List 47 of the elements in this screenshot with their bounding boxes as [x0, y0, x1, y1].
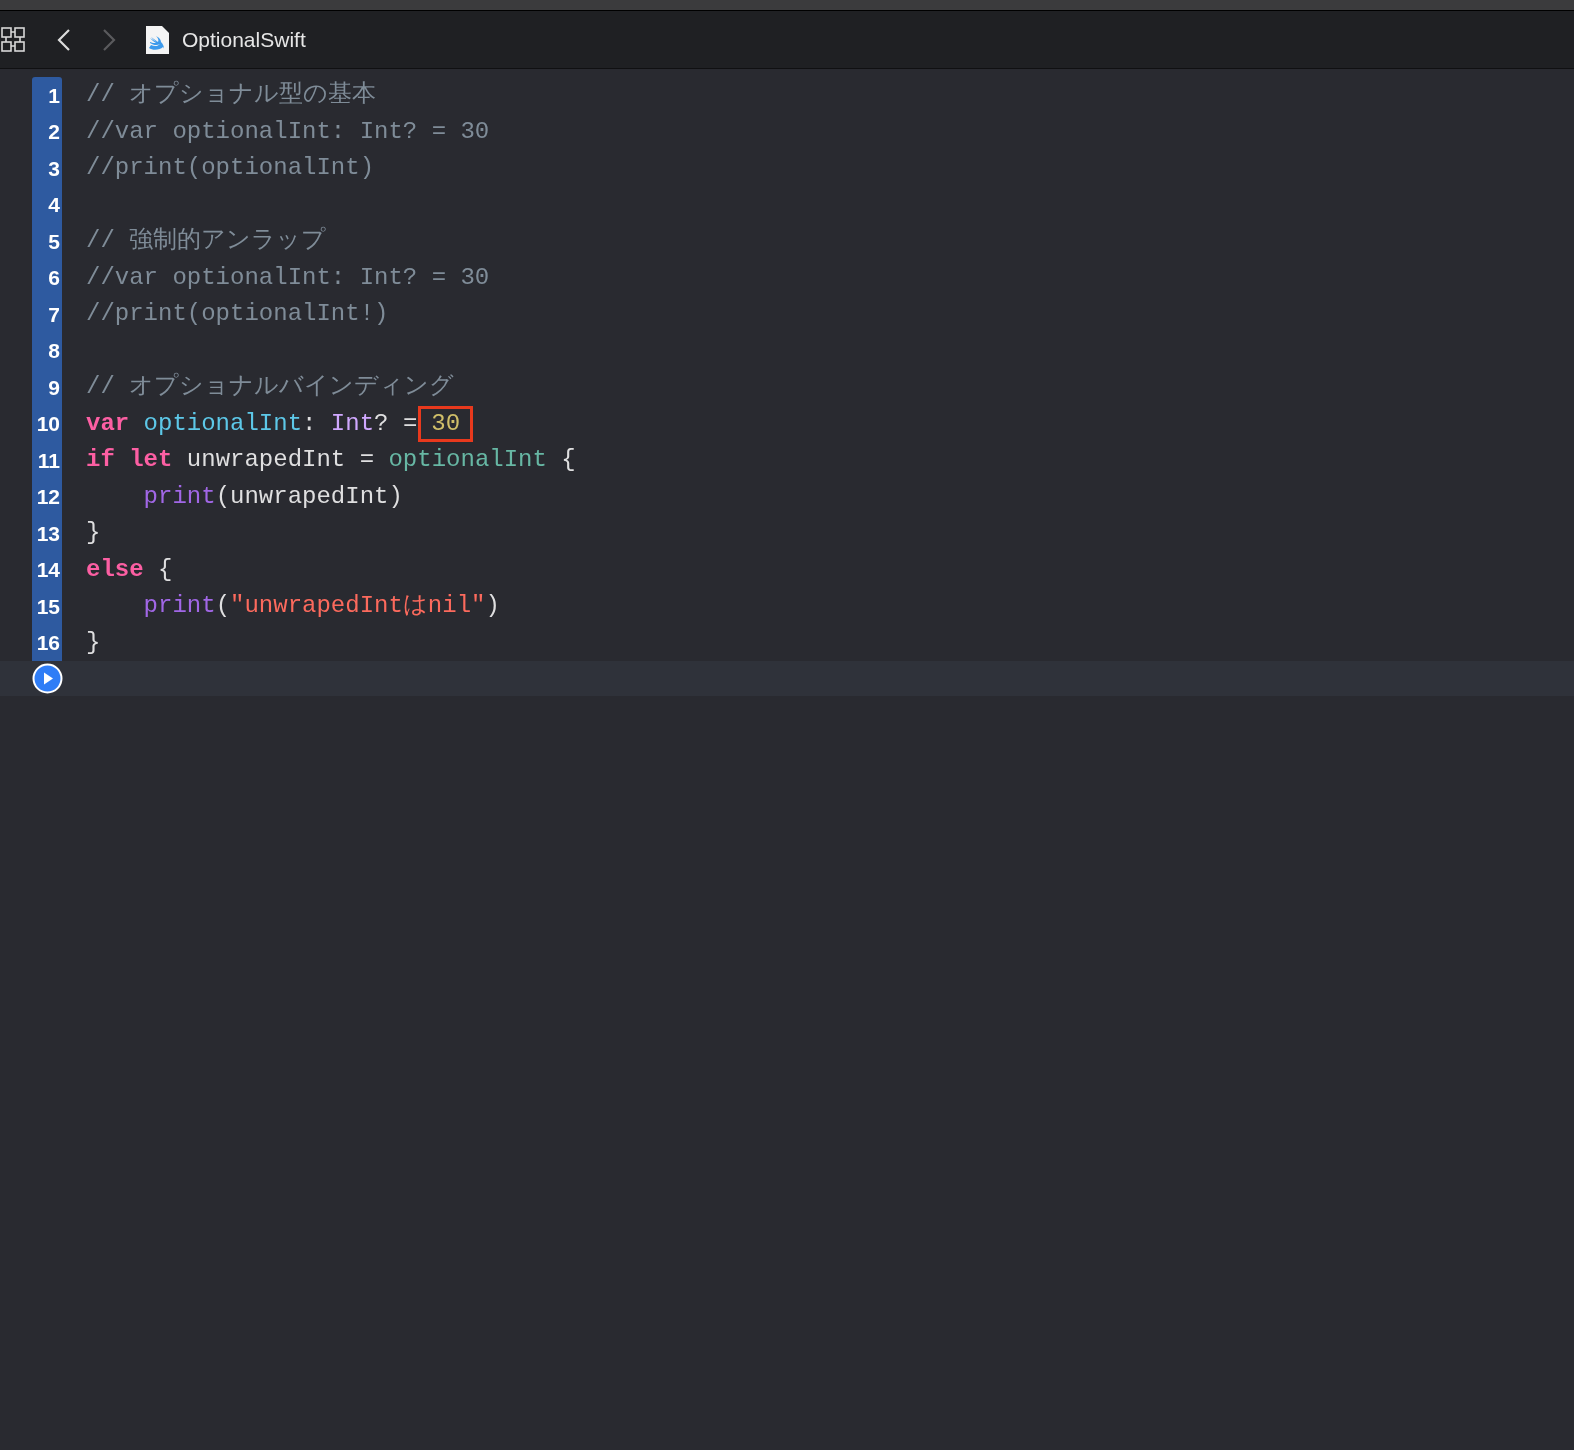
line-number: 2	[48, 119, 60, 145]
code-comment: //print(optionalInt!)	[86, 299, 389, 330]
line-number: 15	[36, 593, 60, 620]
code-type: Int	[330, 408, 375, 439]
code-function: print	[142, 591, 216, 622]
code-text: (unwrapedInt)	[215, 481, 403, 512]
line-number: 5	[48, 228, 60, 255]
file-name[interactable]: OptionalSwift	[182, 23, 306, 56]
line-number: 13	[36, 520, 60, 547]
code-text: (	[215, 591, 231, 622]
line-number: 11	[37, 447, 60, 474]
code-text: {	[560, 445, 576, 476]
code-text: }	[86, 518, 101, 549]
run-button[interactable]	[32, 663, 63, 694]
code-string: "unwrapedIntはnil"	[230, 591, 486, 622]
line-number: 9	[48, 374, 60, 401]
line-number: 14	[36, 557, 60, 583]
code-text: {	[157, 554, 173, 585]
swift-file-icon	[146, 25, 169, 54]
code-keyword: if let	[86, 445, 174, 476]
code-function: print	[142, 481, 216, 512]
line-number: 3	[48, 155, 60, 182]
code-text: }	[86, 627, 101, 658]
line-number: 1	[48, 82, 60, 109]
code-identifier: optionalInt	[143, 408, 303, 439]
line-number: 7	[48, 301, 60, 328]
code-keyword: else	[86, 554, 144, 585]
code-number: 30	[421, 408, 471, 439]
line-number: 8	[48, 338, 60, 364]
code-comment: // オプショナルバインディング	[86, 371, 455, 403]
code-text: :	[302, 408, 318, 439]
line-number: 10	[36, 411, 60, 437]
code-identifier: optionalInt	[388, 445, 547, 476]
line-number: 16	[36, 630, 60, 656]
code-comment: //var optionalInt: Int? = 30	[86, 262, 490, 293]
code-comment: // 強制的アンラップ	[86, 225, 327, 257]
line-number: 12	[36, 484, 60, 510]
code-keyword: var	[86, 408, 131, 439]
code-text: unwrapedInt =	[186, 445, 376, 476]
code-comment: //var optionalInt: Int? = 30	[86, 116, 490, 147]
grid-icon[interactable]	[1, 26, 25, 53]
code-text: ? =	[374, 408, 418, 439]
code-comment: // オプショナル型の基本	[86, 79, 377, 111]
code-comment: //print(optionalInt)	[86, 153, 375, 184]
line-number: 6	[48, 265, 60, 291]
code-text: )	[485, 591, 500, 622]
line-number: 4	[48, 192, 60, 218]
